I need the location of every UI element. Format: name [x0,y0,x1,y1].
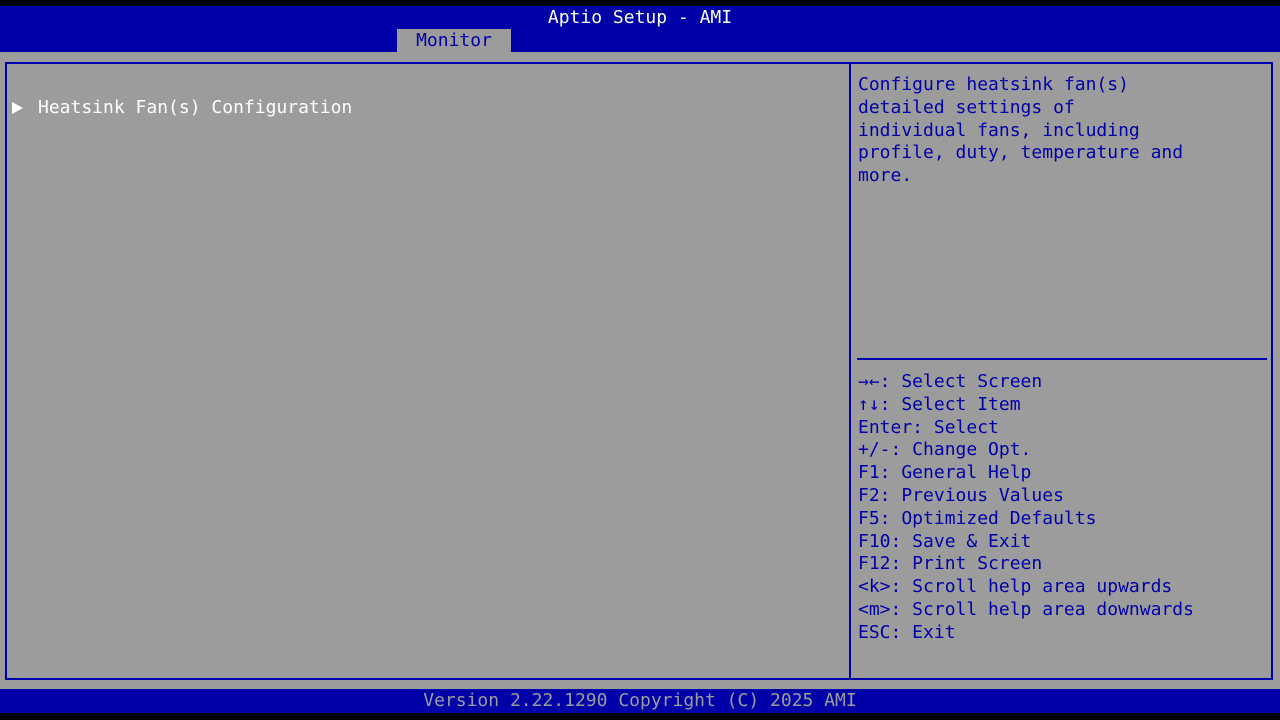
key-legend-item: <k>: Scroll help area upwards [858,576,1173,598]
footer-version: Version 2.22.1290 Copyright (C) 2025 AMI [0,689,1280,713]
key-legend-item: F12: Print Screen [858,553,1043,575]
key-legend-item: <m>: Scroll help area downwards [858,598,1194,620]
key-legend: →←: Select Screen ↑↓: Select Item Enter:… [858,371,1278,645]
bottom-strip [0,713,1280,720]
help-divider [857,358,1267,360]
key-legend-item: F2: Previous Values [858,484,1064,506]
header-bar: Aptio Setup - AMI Monitor [0,6,1280,52]
help-description: Configure heatsink fan(s) detailed setti… [858,74,1184,187]
key-legend-item: F1: General Help [858,462,1032,484]
right-triangle-icon [12,102,23,115]
key-legend-item: F10: Save & Exit [858,530,1032,552]
main-area: Heatsink Fan(s) Configuration Configure … [0,52,1280,689]
key-legend-item: ESC: Exit [858,621,956,643]
menu-item-label: Heatsink Fan(s) Configuration [38,97,353,118]
menu-item-heatsink-fan-configuration[interactable]: Heatsink Fan(s) Configuration [12,97,352,120]
tab-monitor[interactable]: Monitor [397,29,511,52]
key-legend-item: ↑↓: Select Item [858,393,1021,415]
panel-divider [849,62,851,680]
key-legend-item: F5: Optimized Defaults [858,507,1097,529]
app-title: Aptio Setup - AMI [547,7,733,28]
key-legend-item: +/-: Change Opt. [858,439,1032,461]
key-legend-item: →←: Select Screen [858,371,1043,392]
key-legend-item: Enter: Select [858,416,999,438]
